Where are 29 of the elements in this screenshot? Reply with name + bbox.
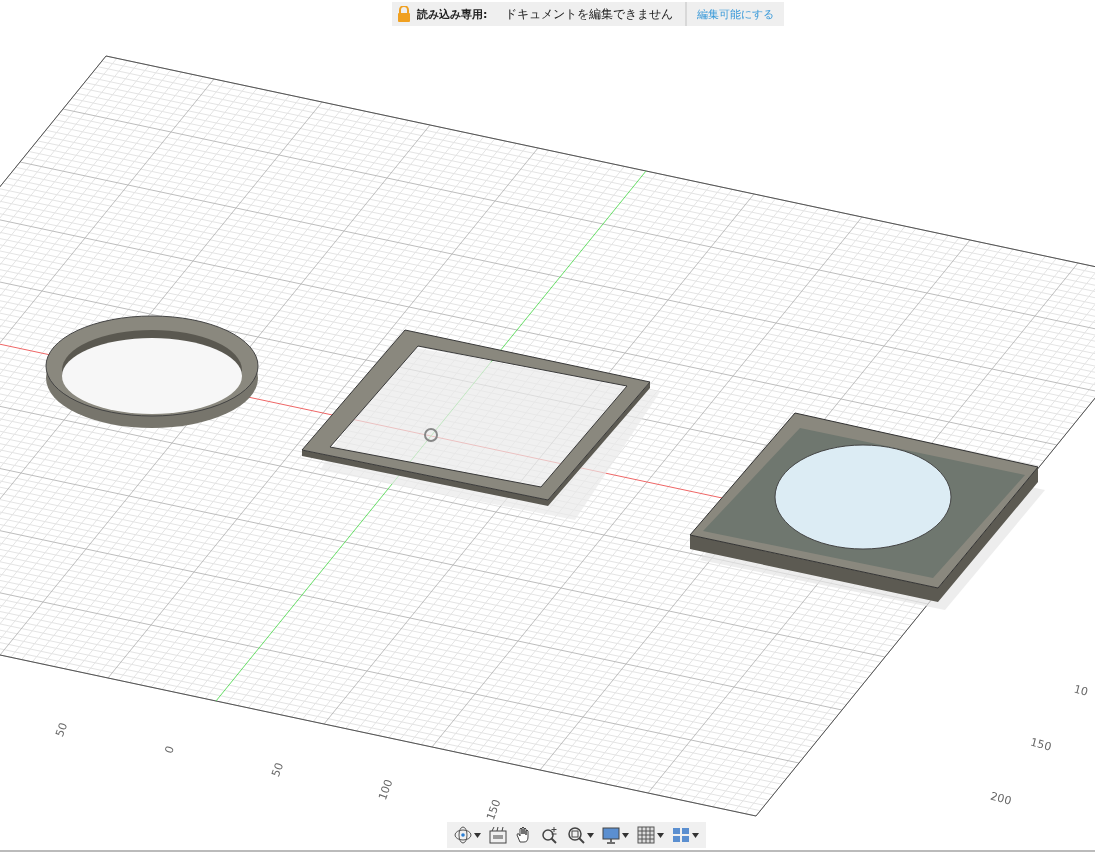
grid-tool-button[interactable] (634, 824, 667, 846)
zoom-icon (541, 826, 559, 844)
axis-tick-label: 150 (484, 797, 504, 822)
axis-tick-label: 200 (989, 789, 1013, 808)
axis-tick-label: 100 (376, 777, 396, 802)
monitor-icon (602, 826, 620, 844)
viewports-icon (672, 826, 690, 844)
caret-icon (587, 832, 594, 838)
axis-tick-label: 50 (53, 721, 71, 739)
caret-icon (474, 832, 481, 838)
read-only-label: 読み込み専用: (417, 6, 488, 22)
zoom-window-icon (567, 826, 585, 844)
caret-icon (692, 832, 699, 838)
axis-tick-label: 0 (162, 744, 177, 756)
display-tool-button[interactable] (599, 824, 632, 846)
make-editable-link[interactable]: 編集可能にする (687, 6, 785, 22)
caret-icon (622, 832, 629, 838)
axis-tick-label: 10 (1072, 682, 1090, 699)
grid-icon (637, 826, 655, 844)
read-only-message: ドキュメントを編集できません (505, 2, 688, 26)
axis-tick-label: 150 (1029, 735, 1053, 754)
orbit-icon (454, 826, 472, 844)
look-at-icon (489, 826, 507, 844)
orbit-tool-button[interactable] (451, 824, 484, 846)
lock-icon (397, 6, 411, 22)
caret-icon (657, 832, 664, 838)
look-tool-button[interactable] (486, 824, 510, 846)
axis-tick-label: 50 (269, 761, 287, 779)
origin-marker-icon (424, 428, 438, 442)
